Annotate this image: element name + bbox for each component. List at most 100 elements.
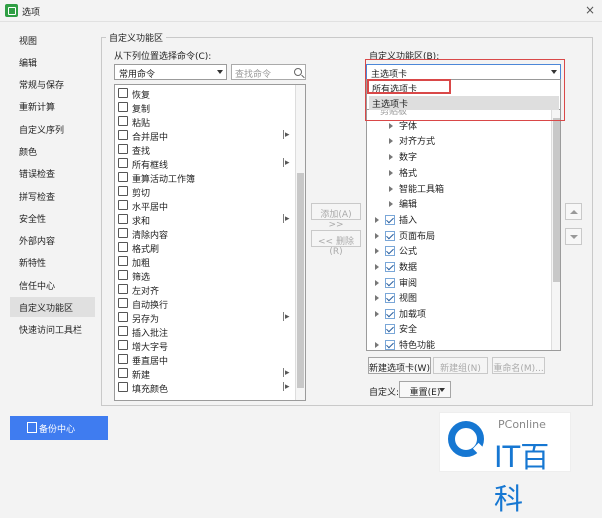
checkbox-icon[interactable] bbox=[385, 309, 395, 319]
wrap-icon bbox=[118, 298, 128, 308]
checkbox-icon[interactable] bbox=[385, 231, 395, 241]
ribbon-tree-scrollbar[interactable] bbox=[551, 96, 560, 350]
brush-icon bbox=[118, 242, 128, 252]
font-size-icon bbox=[118, 340, 128, 350]
checkbox-icon[interactable] bbox=[385, 324, 395, 334]
watermark-small-text: PConline bbox=[498, 418, 546, 431]
bold-icon bbox=[118, 256, 128, 266]
customize-label: 自定义: bbox=[369, 388, 400, 398]
ribbon-tab-dropdown[interactable]: 所有选项卡 主选项卡 bbox=[366, 79, 561, 110]
vertical-align-icon bbox=[118, 354, 128, 364]
checkbox-icon[interactable] bbox=[385, 215, 395, 225]
borders-icon bbox=[118, 158, 128, 168]
sidebar-item-view[interactable]: 视图 bbox=[10, 30, 95, 50]
copy-icon bbox=[118, 102, 128, 112]
submenu-arrow-icon: |▸ bbox=[282, 382, 290, 392]
rename-button[interactable]: 重命名(M)... bbox=[492, 357, 545, 374]
sidebar-item-new-features[interactable]: 新特性 bbox=[10, 252, 95, 272]
backup-icon bbox=[27, 422, 37, 433]
watermark-logo-icon bbox=[448, 421, 484, 457]
sidebar-item-trust-center[interactable]: 信任中心 bbox=[10, 275, 95, 295]
expand-icon bbox=[389, 201, 393, 207]
sidebar-item-error-check[interactable]: 错误检查 bbox=[10, 163, 95, 183]
search-placeholder: 查找命令 bbox=[235, 70, 272, 80]
title-bar: 选项 × bbox=[0, 0, 602, 22]
watermark-large-text: IT百科 bbox=[494, 440, 550, 516]
expand-icon bbox=[389, 170, 393, 176]
sidebar-item-custom-list[interactable]: 自定义序列 bbox=[10, 119, 95, 139]
ribbon-tree[interactable]: 剪贴板 字体 对齐方式 数字 格式 智能工具箱 编辑 插入 页面布局 公式 数据… bbox=[366, 95, 561, 351]
expand-icon bbox=[389, 186, 393, 192]
right-list-label: 自定义功能区(B): bbox=[369, 52, 440, 62]
search-icon bbox=[294, 68, 302, 76]
sidebar-item-custom-ribbon[interactable]: 自定义功能区 bbox=[10, 297, 95, 317]
cut-icon bbox=[118, 186, 128, 196]
sidebar-item-quick-access[interactable]: 快速访问工具栏 bbox=[10, 319, 95, 339]
pconline-watermark: PConline IT百科 bbox=[439, 412, 571, 516]
expand-icon bbox=[375, 233, 379, 239]
scrollbar-thumb[interactable] bbox=[553, 118, 560, 282]
move-up-button[interactable] bbox=[565, 203, 582, 220]
backup-center-button[interactable]: 备份中心 bbox=[10, 416, 108, 440]
dropdown-option-all-tabs[interactable]: 所有选项卡 bbox=[369, 81, 559, 95]
move-down-button[interactable] bbox=[565, 228, 582, 245]
command-list[interactable]: 恢复 复制 粘贴 合并居中 |▸ 查找 所有框线 |▸ 重算活动工作簿 剪切 水平居… bbox=[114, 84, 306, 401]
align-icon bbox=[118, 200, 128, 210]
save-as-icon bbox=[118, 312, 128, 322]
new-group-button[interactable]: 新建组(N) bbox=[433, 357, 488, 374]
new-tab-button[interactable]: 新建选项卡(W) bbox=[368, 357, 431, 374]
expand-icon bbox=[389, 154, 393, 160]
fill-color-icon bbox=[118, 382, 128, 392]
checkbox-icon[interactable] bbox=[385, 262, 395, 272]
add-button[interactable]: 添加(A) >> bbox=[311, 203, 361, 230]
close-icon[interactable]: × bbox=[585, 3, 595, 17]
chevron-down-icon bbox=[217, 70, 223, 74]
expand-icon bbox=[389, 138, 393, 144]
filter-icon bbox=[118, 270, 128, 280]
group-title: 自定义功能区 bbox=[106, 31, 167, 44]
clear-icon bbox=[118, 228, 128, 238]
undo-icon bbox=[118, 88, 128, 98]
scrollbar-thumb[interactable] bbox=[297, 173, 304, 388]
expand-icon bbox=[375, 342, 379, 348]
dropdown-option-main-tabs[interactable]: 主选项卡 bbox=[369, 96, 559, 110]
expand-icon bbox=[375, 311, 379, 317]
checkbox-icon[interactable] bbox=[385, 246, 395, 256]
paste-icon bbox=[118, 116, 128, 126]
submenu-arrow-icon: |▸ bbox=[282, 214, 290, 224]
spreadsheet-app-icon bbox=[5, 4, 18, 17]
sidebar-item-recalculate[interactable]: 重新计算 bbox=[10, 96, 95, 116]
checkbox-icon[interactable] bbox=[385, 293, 395, 303]
chevron-down-icon bbox=[439, 388, 445, 392]
sidebar-item-external-content[interactable]: 外部内容 bbox=[10, 230, 95, 250]
command-list-scrollbar[interactable] bbox=[295, 85, 305, 400]
expand-icon bbox=[375, 280, 379, 286]
submenu-arrow-icon: |▸ bbox=[282, 312, 290, 322]
sidebar-item-general-save[interactable]: 常规与保存 bbox=[10, 74, 95, 94]
window-title: 选项 bbox=[22, 8, 41, 18]
expand-icon bbox=[375, 248, 379, 254]
backup-label: 备份中心 bbox=[39, 425, 76, 435]
sidebar-item-edit[interactable]: 编辑 bbox=[10, 52, 95, 72]
remove-button[interactable]: << 删除(R) bbox=[311, 230, 361, 257]
new-icon bbox=[118, 368, 128, 378]
sidebar-item-spell-check[interactable]: 拼写检查 bbox=[10, 186, 95, 206]
find-icon bbox=[118, 144, 128, 154]
sidebar-item-color[interactable]: 颜色 bbox=[10, 141, 95, 161]
checkbox-icon[interactable] bbox=[385, 278, 395, 288]
expand-icon bbox=[375, 217, 379, 223]
command-source-select[interactable]: 常用命令 bbox=[114, 64, 227, 80]
reset-button[interactable]: 重置(E) bbox=[399, 381, 451, 398]
submenu-arrow-icon: |▸ bbox=[282, 158, 290, 168]
search-commands-input[interactable]: 查找命令 bbox=[231, 64, 306, 80]
submenu-arrow-icon: |▸ bbox=[282, 130, 290, 140]
checkbox-icon[interactable] bbox=[385, 340, 395, 350]
left-align-icon bbox=[118, 284, 128, 294]
sidebar-item-security[interactable]: 安全性 bbox=[10, 208, 95, 228]
reset-label: 重置(E) bbox=[409, 388, 441, 398]
ribbon-tab-select[interactable]: 主选项卡 bbox=[366, 64, 561, 80]
expand-icon bbox=[375, 264, 379, 270]
left-list-label: 从下列位置选择命令(C): bbox=[114, 52, 212, 62]
merge-icon bbox=[118, 130, 128, 140]
recalc-icon bbox=[118, 172, 128, 182]
